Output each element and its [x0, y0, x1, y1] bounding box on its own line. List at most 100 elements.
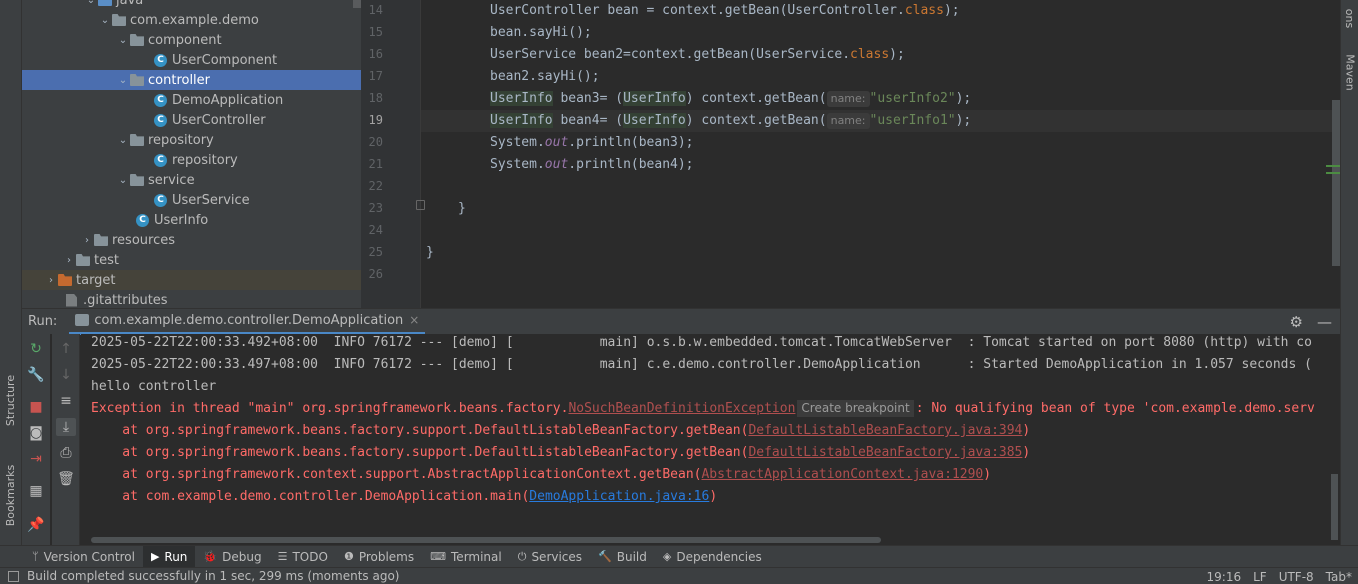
- exception-class-link[interactable]: NoSuchBeanDefinitionException: [568, 401, 795, 416]
- console-output-line: hello controller: [91, 379, 217, 394]
- play-icon: ▶: [150, 550, 160, 563]
- camera-icon[interactable]: ◙: [26, 424, 46, 442]
- package-icon: [130, 74, 144, 86]
- line-separator[interactable]: LF: [1253, 570, 1267, 584]
- chevron-down-icon[interactable]: ⌄: [116, 35, 130, 46]
- class-icon: C: [154, 153, 167, 167]
- line-number: 23: [368, 201, 383, 215]
- tree-item-folder[interactable]: › test: [22, 250, 361, 270]
- console-vertical-scrollbar[interactable]: [1331, 474, 1338, 540]
- project-scrollbar[interactable]: [353, 0, 361, 8]
- tree-item-class[interactable]: C DemoApplication: [22, 90, 361, 110]
- rerun-icon[interactable]: ↻: [26, 340, 46, 358]
- tree-item-package[interactable]: ⌄ component: [22, 30, 361, 50]
- chevron-down-icon[interactable]: ⌄: [116, 175, 130, 186]
- chevron-right-icon[interactable]: ›: [44, 275, 58, 286]
- bug-icon: 🐞: [203, 550, 218, 563]
- change-marker: [1326, 172, 1340, 174]
- arrow-down-icon[interactable]: ↓: [56, 366, 76, 384]
- chevron-right-icon[interactable]: ›: [62, 255, 76, 266]
- bookmarks-tool-tab[interactable]: Bookmarks: [1, 455, 21, 535]
- chevron-down-icon[interactable]: ⌄: [116, 135, 130, 146]
- tree-item-package[interactable]: ⌄ service: [22, 170, 361, 190]
- tree-item-class[interactable]: Crepository: [22, 150, 361, 170]
- tab-terminal[interactable]: ⌨ Terminal: [422, 546, 510, 568]
- code-line-18: UserInfo bean3= (UserInfo) context.getBe…: [490, 91, 972, 107]
- tree-item-package-selected[interactable]: ⌄ controller: [22, 70, 361, 90]
- tree-item-file[interactable]: .gitattributes: [22, 290, 361, 308]
- minimize-icon[interactable]: —: [1317, 313, 1332, 331]
- stacktrace-link[interactable]: AbstractApplicationContext.java:1290: [701, 467, 983, 482]
- line-number: 18: [368, 91, 383, 105]
- tree-item-package[interactable]: ⌄ com.example.demo: [22, 10, 361, 30]
- line-number-current: 19: [368, 113, 383, 127]
- pin-icon[interactable]: 📌: [26, 516, 46, 534]
- console-horizontal-scrollbar[interactable]: [91, 537, 881, 543]
- parameter-hint: name:: [826, 113, 870, 129]
- line-number: 25: [368, 245, 383, 259]
- scroll-to-end-icon[interactable]: ⤓: [56, 418, 76, 436]
- code-line-15: bean.sayHi();: [490, 25, 592, 40]
- class-icon: C: [136, 213, 149, 227]
- soft-wrap-icon[interactable]: ≡: [56, 392, 76, 410]
- tree-item-class[interactable]: C UserService: [22, 190, 361, 210]
- tab-build[interactable]: 🔨 Build: [590, 546, 655, 568]
- code-line-17: bean2.sayHi();: [490, 69, 600, 84]
- structure-tool-tab[interactable]: Structure: [1, 370, 21, 430]
- tab-run[interactable]: ▶ Run: [142, 545, 196, 568]
- list-icon: ☰: [277, 550, 288, 563]
- exit-icon[interactable]: ⇥: [26, 450, 46, 468]
- chevron-down-icon[interactable]: ⌄: [98, 15, 112, 26]
- stacktrace-line: at org.springframework.context.support.A…: [91, 467, 992, 482]
- line-number: 22: [368, 179, 383, 193]
- status-bar: Build completed successfully in 1 sec, 2…: [0, 567, 1358, 584]
- code-line-21: System.out.println(bean4);: [490, 157, 694, 172]
- tree-item-class[interactable]: C UserInfo: [22, 210, 361, 230]
- wrench-icon[interactable]: 🔧: [26, 366, 46, 384]
- stacktrace-link[interactable]: DemoApplication.java:16: [529, 489, 709, 504]
- line-number: 24: [368, 223, 383, 237]
- print-icon[interactable]: ⎙: [56, 444, 76, 462]
- notifications-label: ons: [1343, 8, 1357, 28]
- tab-services[interactable]: ⏻ Services: [510, 546, 590, 568]
- tree-item-class[interactable]: C UserController: [22, 110, 361, 130]
- tab-debug[interactable]: 🐞 Debug: [195, 546, 269, 568]
- layout-icon[interactable]: ▦: [26, 482, 46, 500]
- tab-problems[interactable]: ❶ Problems: [336, 546, 422, 568]
- tree-item-folder[interactable]: › resources: [22, 230, 361, 250]
- stop-icon[interactable]: ■: [26, 398, 46, 416]
- editor-scrollbar[interactable]: [1332, 100, 1340, 266]
- tab-dependencies[interactable]: ◈ Dependencies: [655, 546, 770, 568]
- line-number: 20: [368, 135, 383, 149]
- status-message[interactable]: Build completed successfully in 1 sec, 2…: [27, 569, 399, 583]
- notifications-tool-tab[interactable]: ons: [1341, 0, 1358, 36]
- chevron-down-icon[interactable]: ⌄: [116, 75, 130, 86]
- console-log-line: 2025-05-22T22:00:33.497+08:00 INFO 76172…: [91, 357, 1312, 372]
- code-editor[interactable]: 14 15 16 17 18 19 20 21 22 23 24 25 26 U…: [361, 0, 1340, 308]
- close-icon[interactable]: ×: [409, 313, 419, 327]
- stacktrace-link[interactable]: DefaultListableBeanFactory.java:385: [748, 445, 1022, 460]
- chevron-down-icon[interactable]: ⌄: [84, 0, 98, 6]
- source-folder-icon: [98, 0, 112, 6]
- trash-icon[interactable]: 🗑: [56, 470, 76, 488]
- tree-item-class[interactable]: C UserComponent: [22, 50, 361, 70]
- create-breakpoint-button[interactable]: Create breakpoint: [797, 400, 914, 417]
- caret-position[interactable]: 19:16: [1207, 570, 1242, 584]
- tree-item-java[interactable]: ⌄ java: [22, 0, 361, 10]
- indent-setting[interactable]: Tab*: [1326, 570, 1352, 584]
- file-encoding[interactable]: UTF-8: [1279, 570, 1314, 584]
- tab-version-control[interactable]: ᛘ Version Control: [24, 546, 143, 568]
- run-config-tab[interactable]: com.example.demo.controller.DemoApplicat…: [69, 309, 426, 335]
- tab-todo[interactable]: ☰ TODO: [270, 546, 336, 568]
- tree-item-folder-target[interactable]: › target: [22, 270, 361, 290]
- stacktrace-link[interactable]: DefaultListableBeanFactory.java:394: [748, 423, 1022, 438]
- exception-line: Exception in thread "main" org.springfra…: [91, 400, 1315, 417]
- tree-item-package[interactable]: ⌄ repository: [22, 130, 361, 150]
- stacktrace-line: at org.springframework.beans.factory.sup…: [91, 445, 1031, 460]
- console-output[interactable]: 2025-05-22T22:00:33.492+08:00 INFO 76172…: [81, 334, 1340, 545]
- gear-icon[interactable]: ⚙: [1290, 313, 1303, 331]
- tool-windows-toggle-icon[interactable]: [8, 570, 19, 582]
- arrow-up-icon[interactable]: ↑: [56, 340, 76, 358]
- maven-tool-tab[interactable]: Maven: [1341, 44, 1358, 100]
- chevron-right-icon[interactable]: ›: [80, 235, 94, 246]
